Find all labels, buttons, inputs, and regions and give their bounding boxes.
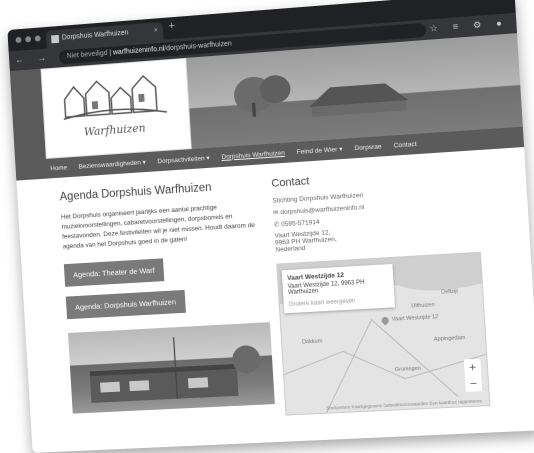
site-logo[interactable]: Warfhuizen [40, 57, 192, 159]
google-map[interactable]: Vaart Westzijde 12 Vaart Westzijde 12, 9… [276, 251, 491, 416]
tab-title: Dorpshuis Warfhuizen [61, 29, 129, 42]
menu-item-contact[interactable]: Contact [394, 140, 417, 149]
larger-map-link[interactable]: Grotere kaart weergeven [289, 296, 390, 308]
menu-item-dorpsactiviteiten[interactable]: Dorpsactiviteiten ▾ [157, 154, 210, 165]
logo-wordmark: Warfhuizen [83, 121, 146, 139]
menu-item-dorpshuis[interactable]: Dorpshuis Warfhuizen [221, 149, 285, 160]
browser-window: Dorpshuis Warfhuizen × + ← → C Niet beve… [7, 0, 534, 453]
map-label-uithuizen: Uithuizen [411, 302, 435, 310]
map-label-groningen: Groningen [394, 365, 422, 374]
menu-item-feind-de-wier[interactable]: Feind de Wier ▾ [296, 145, 343, 156]
zoom-in-button[interactable]: + [464, 359, 481, 376]
zoom-out-button[interactable]: − [465, 375, 482, 392]
url-path: /dorpshuis-warfhuizen [164, 40, 232, 53]
menu-item-dorpsrae[interactable]: Dorpsrae [354, 143, 381, 152]
agenda-intro: Het Dorpshuis organiseert jaarlijks een … [60, 204, 256, 251]
contact-column: Contact Stichting Dorpshuis Warfhuizen ✉… [271, 164, 499, 416]
village-houses-icon [59, 70, 169, 123]
dorpshuis-photo [67, 322, 275, 414]
map-zoom-control: + − [463, 358, 483, 392]
theater-agenda-button[interactable]: Agenda: Theater de Warf [63, 258, 165, 287]
new-tab-button[interactable]: + [168, 20, 175, 32]
map-label-delfzijl: Delfzijl [441, 288, 458, 296]
agenda-column: Agenda Dorpshuis Warfhuizen Het Dorpshui… [59, 178, 279, 425]
menu-item-bezienswaardigheden[interactable]: Bezienswaardigheden ▾ [78, 158, 145, 170]
close-tab-icon[interactable]: × [153, 22, 158, 40]
toolbar-icons[interactable]: ☆ ≡ ⚙ ● [429, 17, 508, 34]
favicon-icon [51, 34, 60, 44]
url-domain: warfhuizeninfo.nl [112, 45, 165, 57]
security-indicator[interactable]: Niet beveiligd [67, 50, 108, 60]
building-image [89, 322, 261, 403]
page-content: Warfhuizen Home Bezienswaardigheden ▾ Do… [9, 33, 534, 453]
agenda-heading: Agenda Dorpshuis Warfhuizen [59, 181, 212, 204]
map-label-dokkum: Dokkum [301, 338, 323, 346]
main-content: Agenda Dorpshuis Warfhuizen Het Dorpshui… [16, 147, 534, 427]
menu-item-home[interactable]: Home [50, 164, 67, 172]
map-info-card: Vaart Westzijde 12 Vaart Westzijde 12, 9… [281, 263, 396, 314]
window-controls[interactable] [15, 35, 41, 44]
